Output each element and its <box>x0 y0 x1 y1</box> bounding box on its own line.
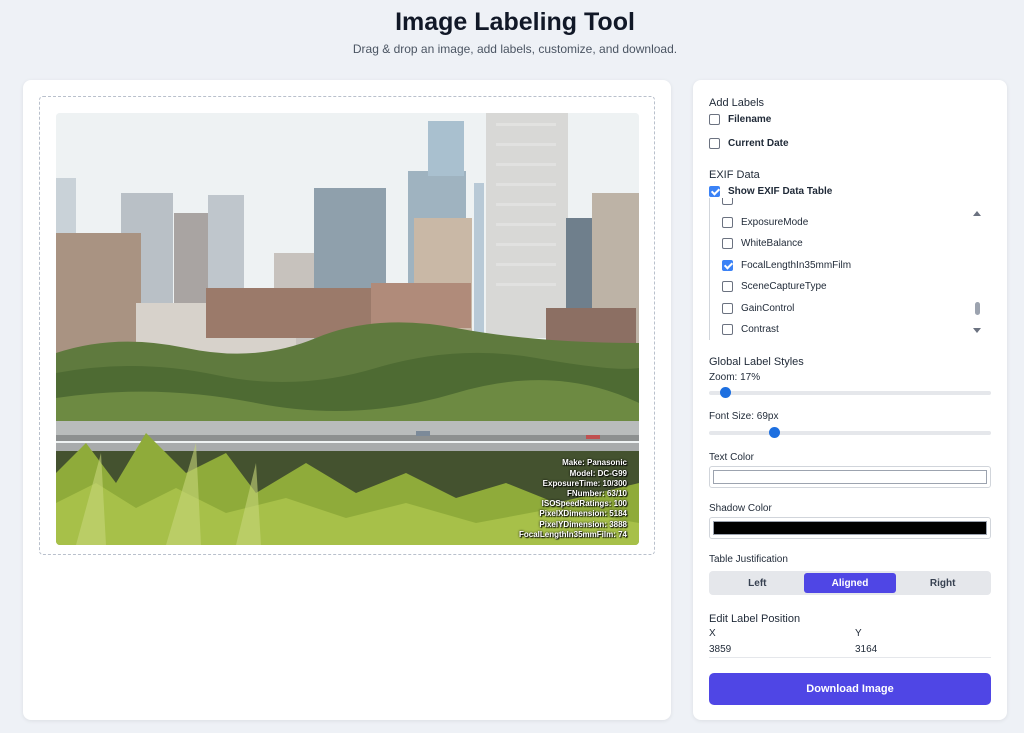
zoom-label: Zoom: 17% <box>709 372 761 383</box>
exif-item-checkbox[interactable] <box>722 259 733 271</box>
shadow-color-swatch <box>713 521 987 535</box>
y-coordinate-label: Y <box>855 628 862 639</box>
exif-item-scenecapturetype[interactable]: SceneCaptureType <box>722 279 827 293</box>
table-justification-label: Table Justification <box>709 554 788 565</box>
show-exif-table-label: Show EXIF Data Table <box>728 185 833 197</box>
position-divider <box>709 657 991 658</box>
exif-item-gaincontrol[interactable]: GainControl <box>722 301 794 315</box>
exif-item-focallength35mm[interactable]: FocalLengthIn35mmFilm <box>722 258 851 272</box>
add-labels-title: Add Labels <box>709 97 765 109</box>
filename-checkbox[interactable] <box>709 113 720 125</box>
x-coordinate-label: X <box>709 628 716 639</box>
exif-item-whitebalance[interactable]: WhiteBalance <box>722 236 803 250</box>
justify-right-button[interactable]: Right <box>896 573 989 593</box>
font-size-slider-thumb[interactable] <box>768 427 780 438</box>
text-color-label: Text Color <box>709 452 755 463</box>
scroll-up-arrow-icon[interactable] <box>973 211 981 216</box>
labeled-image: Make: Panasonic Model: DC-G99 ExposureTi… <box>56 113 639 545</box>
exif-item-contrast[interactable]: Contrast <box>722 322 779 336</box>
download-image-button[interactable]: Download Image <box>709 673 991 705</box>
exif-overlay-line: ExposureTime: 10/300 <box>542 478 627 488</box>
exif-overlay-line: Model: DC-G99 <box>569 468 627 478</box>
exif-item-label: Contrast <box>741 323 779 335</box>
image-drop-zone[interactable]: Make: Panasonic Model: DC-G99 ExposureTi… <box>39 96 655 555</box>
exif-item-label: SceneCaptureType <box>741 280 827 292</box>
exif-overlay-line: ISOSpeedRatings: 100 <box>541 499 627 509</box>
exif-overlay-line: FocalLengthIn35mmFilm: 74 <box>518 529 627 539</box>
exif-item-checkbox[interactable] <box>722 198 733 205</box>
exif-item-label: FocalLengthIn35mmFilm <box>741 259 852 271</box>
image-panel: Make: Panasonic Model: DC-G99 ExposureTi… <box>23 80 671 720</box>
exif-overlay-line: Make: Panasonic <box>562 458 627 468</box>
exif-overlay-line: PixelYDimension: 3888 <box>539 519 627 529</box>
text-color-swatch <box>713 470 987 484</box>
font-size-label: Font Size: 69px <box>709 411 779 422</box>
zoom-slider-thumb[interactable] <box>719 387 731 398</box>
exif-item-partial[interactable] <box>722 198 741 206</box>
exif-item-exposuremode[interactable]: ExposureMode <box>722 215 808 229</box>
current-date-label: Current Date <box>728 137 789 149</box>
exif-field-list[interactable]: ExposureMode WhiteBalance FocalLengthIn3… <box>709 198 991 340</box>
y-coordinate-input[interactable]: 3164 <box>855 644 877 655</box>
controls-panel: Add Labels Filename Current Date EXIF Da… <box>693 80 1007 720</box>
shadow-color-picker[interactable] <box>709 517 991 539</box>
exif-overlay-line: PixelXDimension: 5184 <box>539 509 627 519</box>
exif-item-checkbox[interactable] <box>722 280 733 292</box>
zoom-slider[interactable] <box>709 387 991 398</box>
current-date-checkbox[interactable] <box>709 137 720 149</box>
page-title: Image Labeling Tool <box>395 8 635 36</box>
exif-item-label: WhiteBalance <box>741 237 803 249</box>
exif-data-title: EXIF Data <box>709 169 760 181</box>
exif-item-checkbox[interactable] <box>722 237 733 249</box>
scrollbar-thumb[interactable] <box>975 302 980 315</box>
justify-aligned-button[interactable]: Aligned <box>803 573 897 593</box>
exif-item-label: ExposureMode <box>741 216 809 228</box>
show-exif-table-checkbox[interactable] <box>709 185 720 197</box>
exif-item-checkbox[interactable] <box>722 323 733 335</box>
exif-overlay-line: FNumber: 63/10 <box>566 488 627 498</box>
exif-data-overlay[interactable]: Make: Panasonic Model: DC-G99 ExposureTi… <box>519 458 627 540</box>
exif-item-checkbox[interactable] <box>722 302 733 314</box>
current-date-option[interactable]: Current Date <box>709 136 789 150</box>
text-color-picker[interactable] <box>709 466 991 488</box>
font-size-slider[interactable] <box>709 427 991 438</box>
justify-left-button[interactable]: Left <box>711 573 804 593</box>
table-justification-control[interactable]: Left Aligned Right <box>709 571 991 595</box>
exif-item-checkbox[interactable] <box>722 216 733 228</box>
shadow-color-label: Shadow Color <box>709 503 772 514</box>
exif-item-label: GainControl <box>741 302 795 314</box>
filename-label: Filename <box>728 113 772 125</box>
x-coordinate-input[interactable]: 3859 <box>709 644 731 655</box>
global-label-styles-title: Global Label Styles <box>709 356 804 368</box>
edit-label-position-title: Edit Label Position <box>709 613 801 625</box>
filename-option[interactable]: Filename <box>709 112 771 126</box>
scroll-down-arrow-icon[interactable] <box>973 328 981 333</box>
page-subtitle: Drag & drop an image, add labels, custom… <box>352 42 678 56</box>
show-exif-table-option[interactable]: Show EXIF Data Table <box>709 184 832 198</box>
